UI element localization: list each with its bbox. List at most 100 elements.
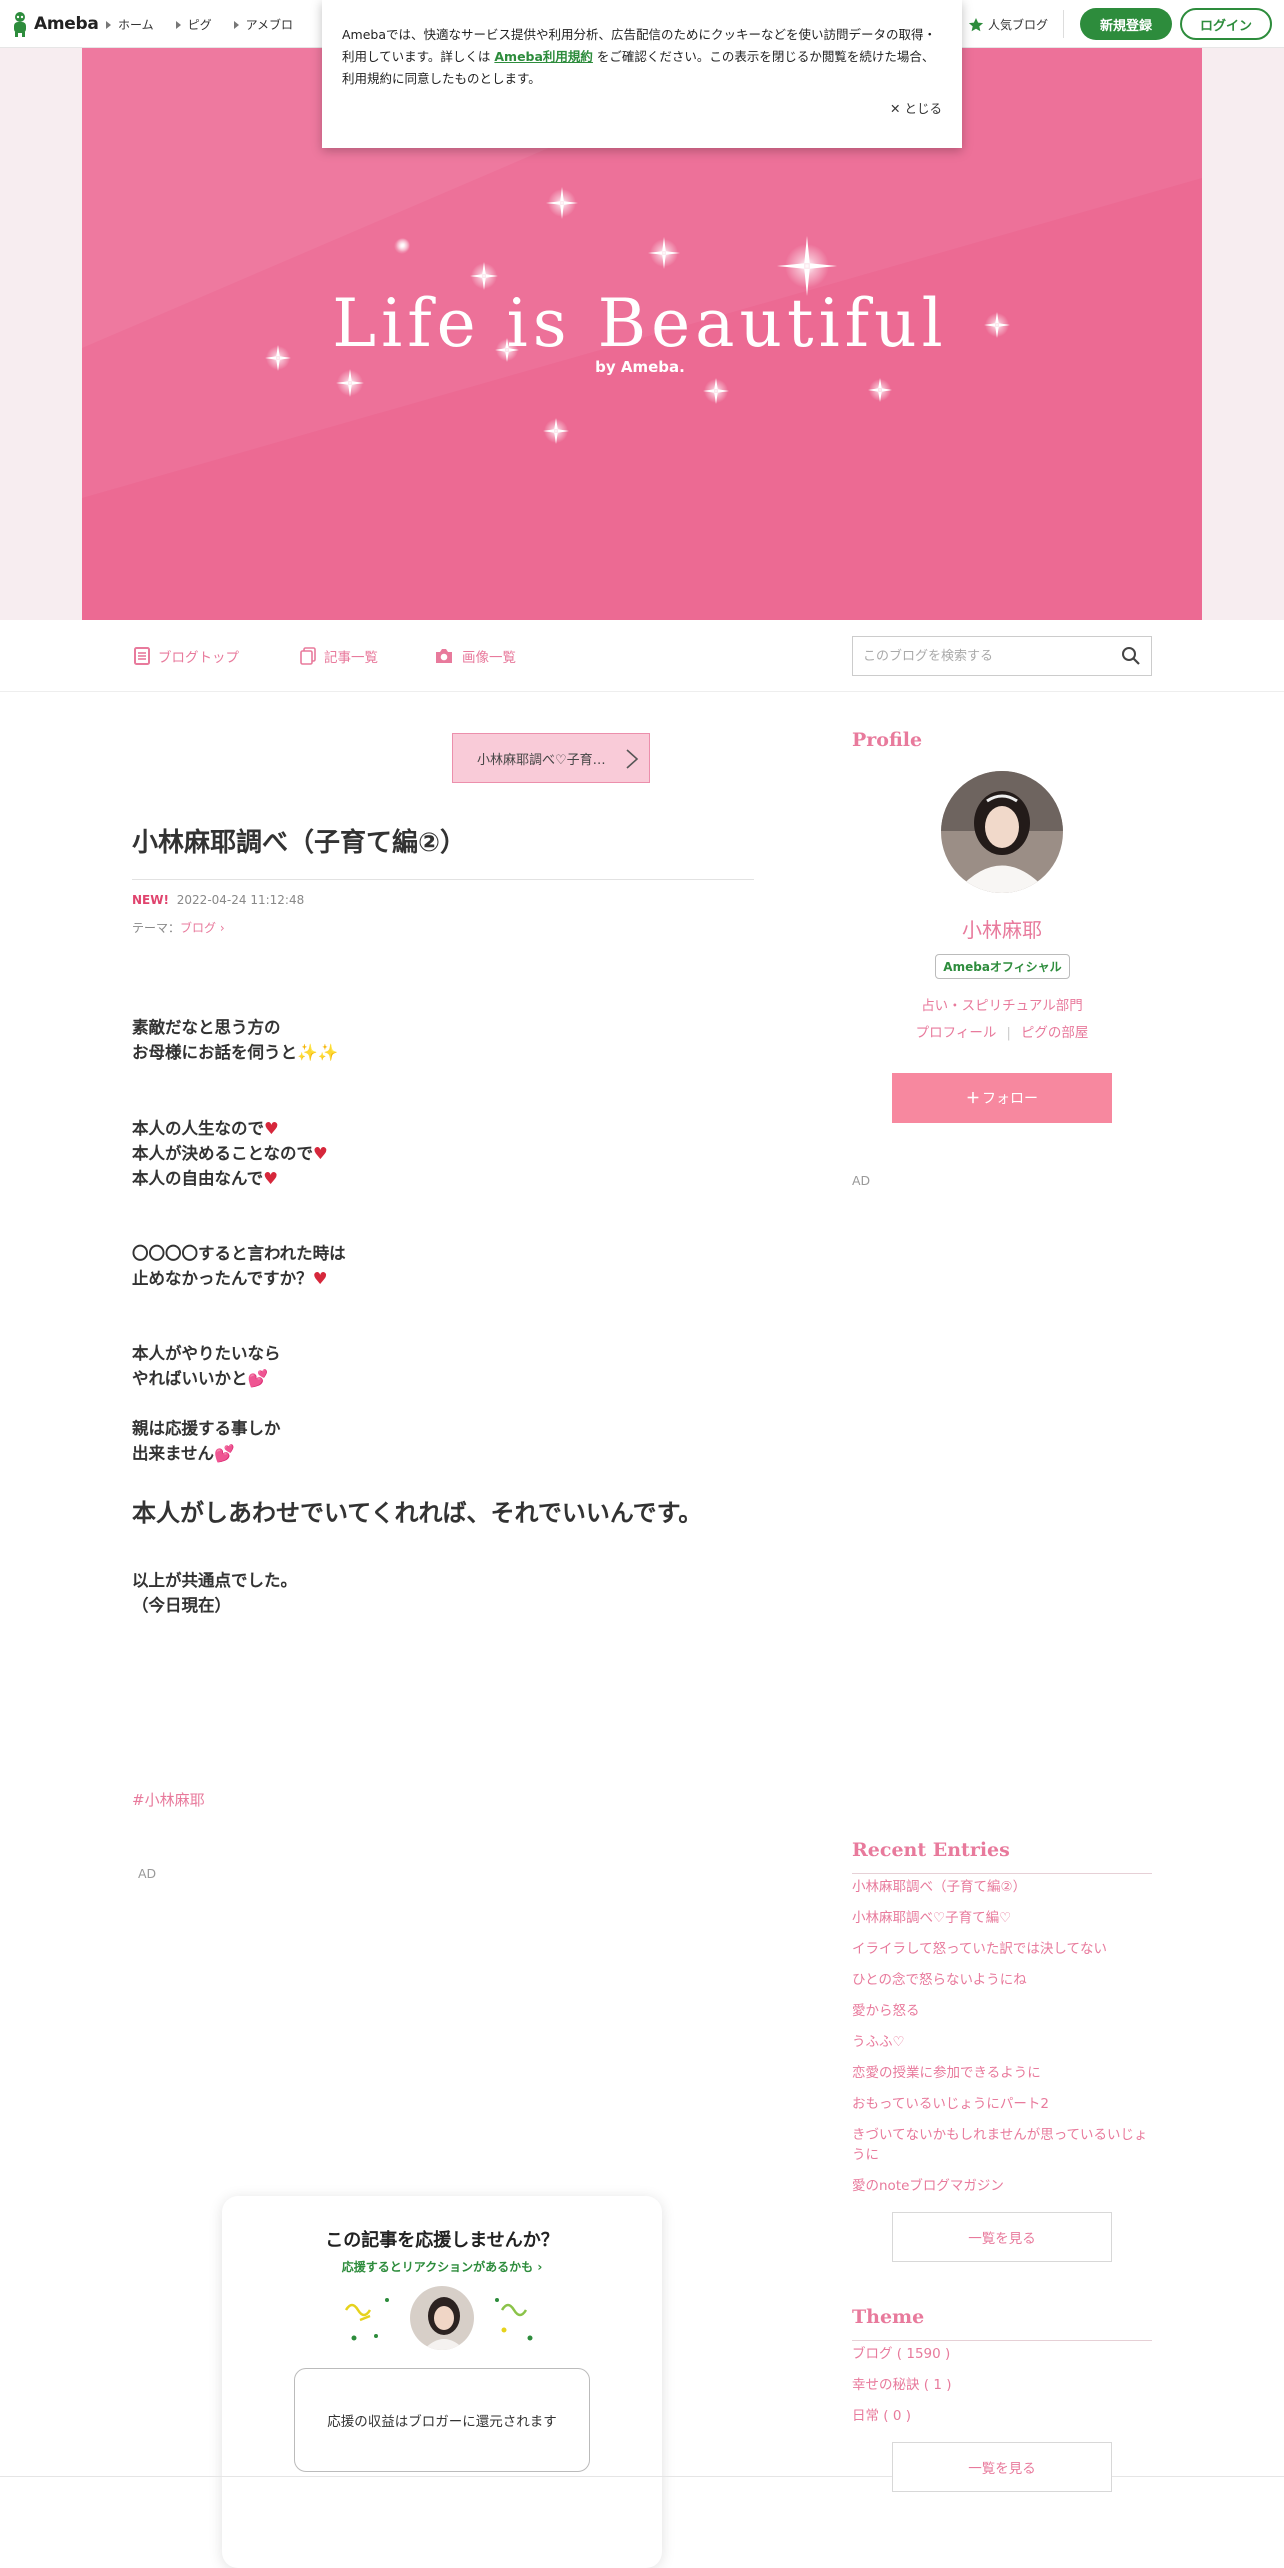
recent-entry-link[interactable]: うふふ♡ — [852, 2032, 1152, 2052]
support-revenue-button[interactable]: 応援の収益はブロガーに還元されます — [294, 2368, 590, 2472]
theme-link[interactable]: ブログ › — [180, 921, 225, 935]
line-with-emoji: 本人の自由なんで♥ — [132, 1166, 328, 1191]
theme-list-more-button[interactable]: 一覧を見る — [892, 2442, 1112, 2492]
terms-link[interactable]: Ameba利用規約 — [494, 49, 593, 64]
theme-label: テーマ： — [132, 921, 181, 935]
profile-links: プロフィール | ピグの部屋 — [852, 1021, 1152, 1041]
paragraph-2: 本人の人生なので♥ 本人が決めることなので♥ 本人の自由なんで♥ — [132, 1116, 328, 1191]
popular-blog-label: 人気ブログ — [988, 18, 1049, 32]
plus-icon: ＋ — [966, 1091, 980, 1107]
cookie-consent-dialog: Amebaでは、快適なサービス提供や利用分析、広告配信のためにクッキーなどを使い… — [322, 0, 962, 148]
line: お母様にお話を伺うと — [132, 1043, 297, 1062]
article-title: 小林麻耶調べ（子育て編②） — [132, 822, 754, 880]
header-divider — [1063, 10, 1064, 38]
profile-link[interactable]: プロフィール — [916, 1025, 997, 1041]
support-sub-link[interactable]: 応援するとリアクションがあるかも › — [222, 2258, 662, 2275]
hashtag-link[interactable]: #小林麻耶 — [132, 1789, 205, 1810]
link-separator: | — [1006, 1025, 1011, 1041]
heart-icon: ♥ — [264, 1119, 279, 1138]
side-ad-label: AD — [852, 1173, 871, 1188]
recent-entry-link[interactable]: おもっているいじょうにパート2 — [852, 2094, 1152, 2114]
recent-entry-link[interactable]: イライラして怒っていた訳では決してない — [852, 1939, 1152, 1959]
line: 止めなかったんですか？ — [132, 1269, 313, 1288]
category-link[interactable]: 占い・スピリチュアル部門 — [852, 994, 1152, 1014]
line-with-emoji: お母様にお話を伺うと✨✨ — [132, 1040, 338, 1065]
signup-button[interactable]: 新規登録 — [1080, 8, 1172, 40]
nav-ameblo[interactable]: アメブロ — [233, 16, 294, 33]
theme-link[interactable]: ブログ ( 1590 ) — [852, 2344, 1152, 2364]
support-title: この記事を応援しませんか？ — [325, 2230, 559, 2251]
recent-entry-link[interactable]: 恋愛の授業に参加できるように — [852, 2063, 1152, 2083]
recent-entry-link[interactable]: 愛から怒る — [852, 2001, 1152, 2021]
recent-entry-link[interactable]: きづいてないかもしれませんが思っているいじょうに — [852, 2125, 1152, 2165]
blog-top-link[interactable]: ブログトップ — [134, 646, 239, 666]
nav-ameblo-label: アメブロ — [245, 18, 294, 32]
popular-blog-link[interactable]: 人気ブログ — [968, 16, 1048, 33]
blog-search-input[interactable] — [853, 637, 1103, 675]
theme-heading: Theme — [852, 2306, 925, 2328]
profile-name-link[interactable]: 小林麻耶 — [852, 914, 1152, 943]
global-nav: ホーム ピグ アメブロ — [106, 16, 293, 33]
follow-button[interactable]: ＋フォロー — [892, 1073, 1112, 1123]
support-card: この記事を応援しませんか？ 応援するとリアクションがあるかも › 応援の収益はブ… — [222, 2196, 662, 2568]
theme-link[interactable]: 幸せの秘訣 ( 1 ) — [852, 2375, 1152, 2395]
line: 本人の人生なので — [132, 1119, 264, 1138]
previous-entry-button[interactable]: 小林麻耶調べ♡子育… — [452, 733, 650, 783]
recent-entry-link[interactable]: ひとの念で怒らないようにね — [852, 1970, 1152, 1990]
entry-list-label: 記事一覧 — [324, 650, 378, 666]
line-with-emoji: やればいいかと💕 — [132, 1366, 281, 1391]
search-icon[interactable] — [1121, 646, 1141, 666]
line: 出来ません — [132, 1444, 215, 1463]
article-meta: NEW! 2022-04-24 11:12:48 — [132, 893, 304, 907]
cookie-close-label: とじる — [904, 101, 942, 116]
entry-list-link[interactable]: 記事一覧 — [300, 646, 378, 666]
paragraph-4: 本人がやりたいなら やればいいかと💕 — [132, 1341, 281, 1391]
follow-label: フォロー — [982, 1091, 1038, 1107]
chevron-right-icon — [626, 749, 639, 769]
nav-pigg-label: ピグ — [187, 18, 212, 32]
profile-avatar[interactable] — [941, 771, 1063, 893]
line: 本人の自由なんで — [132, 1169, 264, 1188]
recent-entry-link[interactable]: 小林麻耶調べ（子育て編②） — [852, 1877, 1152, 1897]
line-with-emoji: 本人が決めることなので♥ — [132, 1141, 328, 1166]
line: 親は応援する事しか — [132, 1419, 281, 1438]
nav-pigg[interactable]: ピグ — [175, 16, 212, 33]
line: 〇〇〇〇すると言われた時は — [132, 1244, 346, 1263]
profile-heading: Profile — [852, 729, 923, 751]
previous-entry-label: 小林麻耶調べ♡子育… — [477, 752, 606, 768]
hero-byline: by Ameba. — [595, 358, 685, 376]
theme-link-label: ブログ — [180, 921, 217, 935]
recent-entry-link[interactable]: 小林麻耶調べ♡子育て編♡ — [852, 1908, 1152, 1928]
nav-home[interactable]: ホーム — [106, 16, 154, 33]
pigg-room-link[interactable]: ピグの部屋 — [1021, 1025, 1089, 1041]
line: 本人がやりたいなら — [132, 1344, 281, 1363]
recent-entry-link[interactable]: 愛のnoteブログマガジン — [852, 2176, 1152, 2196]
nav-home-label: ホーム — [118, 18, 154, 32]
heart-icon: ♥ — [312, 1269, 328, 1288]
hero-title: Life is Beautiful — [332, 285, 947, 362]
ameba-mascot-icon — [14, 12, 26, 37]
blog-search — [852, 636, 1152, 676]
two-hearts-icon: 💕 — [214, 1444, 235, 1463]
cookie-close-button[interactable]: ✕ とじる — [890, 98, 942, 120]
camera-icon — [436, 649, 452, 663]
ameba-logo[interactable]: Ameba — [10, 11, 99, 37]
two-hearts-icon: 💕 — [247, 1369, 269, 1388]
close-icon: ✕ — [890, 101, 901, 116]
line-with-emoji: 出来ません💕 — [132, 1441, 281, 1466]
heading-underline — [852, 2340, 1152, 2341]
login-button[interactable]: ログイン — [1180, 8, 1272, 40]
line: 本人が決めることなので — [132, 1144, 314, 1163]
line: やればいいかと — [132, 1369, 248, 1388]
new-badge: NEW! — [132, 893, 169, 907]
recent-list-more-button[interactable]: 一覧を見る — [892, 2212, 1112, 2262]
paragraph-5: 親は応援する事しか 出来ません💕 — [132, 1416, 281, 1466]
arrow-right-icon — [175, 20, 181, 29]
article-datetime: 2022-04-24 11:12:48 — [176, 893, 305, 907]
line-with-emoji: 本人の人生なので♥ — [132, 1116, 328, 1141]
line: 素敵だなと思う方の — [132, 1018, 281, 1037]
article-theme: テーマ：ブログ › — [132, 919, 225, 936]
copy-icon — [300, 647, 316, 665]
theme-link[interactable]: 日常 ( 0 ) — [852, 2406, 1152, 2426]
image-list-link[interactable]: 画像一覧 — [434, 646, 516, 666]
